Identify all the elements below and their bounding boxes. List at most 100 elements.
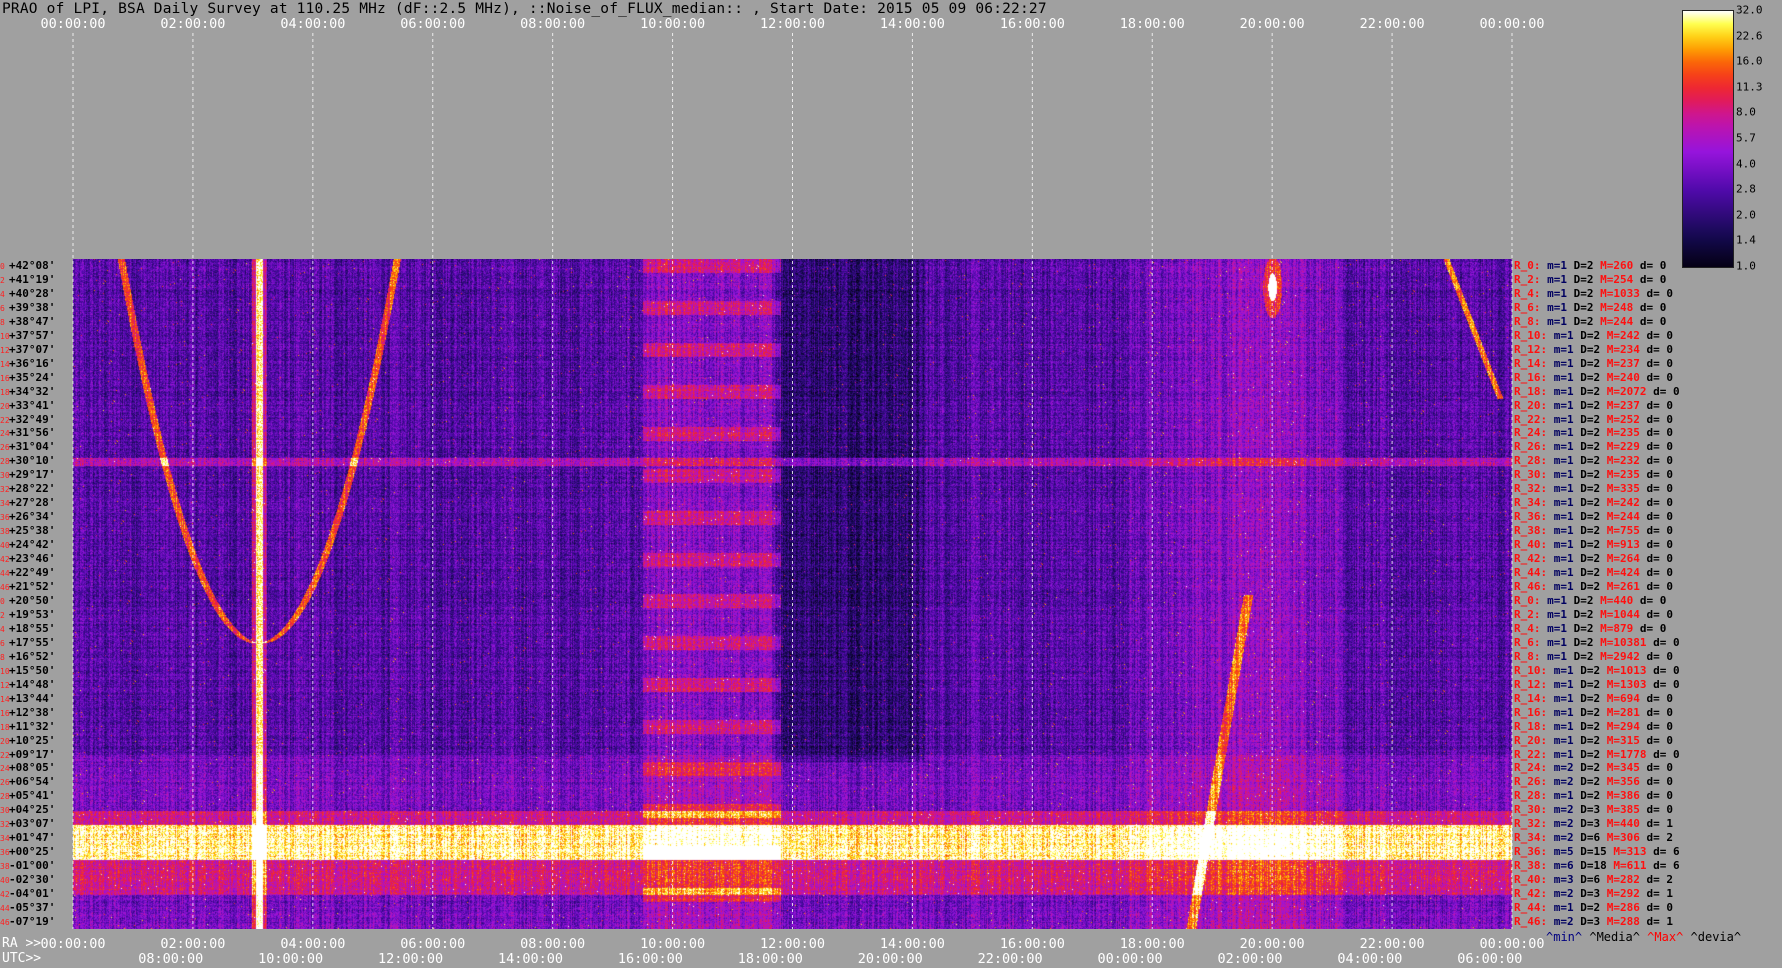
ra-axis-tick: 20:00:00	[1239, 936, 1305, 952]
stat-max: M=244	[1606, 510, 1647, 524]
dec-value: +21°52'	[9, 580, 56, 594]
ra-axis-tick: 08:00:00	[520, 936, 586, 952]
dec-value: +11°32'	[9, 719, 56, 733]
beam-index: 34	[0, 499, 10, 509]
utc-axis-tick: 02:00:00	[1217, 951, 1283, 967]
beam-name: R_4:	[1514, 286, 1548, 300]
stat-median: D=2	[1573, 649, 1601, 663]
stat-min: m=1	[1553, 566, 1581, 580]
stat-median: D=2	[1573, 607, 1601, 621]
declination-axis: 0 +42°08' 2 +41°19' 4 +40°28' 6 +39°38' 8 +38°47'…	[0, 259, 73, 929]
dec-value: +40°28'	[9, 286, 56, 300]
stat-median: D=2	[1580, 733, 1607, 747]
stat-max: M=237	[1606, 356, 1647, 370]
dec-value: +00°25'	[9, 845, 56, 859]
dec-label: 36+00°25'	[0, 846, 55, 859]
beam-index: 44	[0, 569, 10, 579]
colorbar	[1682, 10, 1734, 268]
stat-median: D=2	[1580, 663, 1607, 677]
dec-label: 46+21°52'	[0, 581, 55, 594]
stat-devia: d= 0	[1646, 901, 1674, 915]
beam-stat-row: R_6: m=1 D=2 M=10381 d= 0	[1514, 635, 1680, 649]
stat-devia: d= 0	[1646, 719, 1674, 733]
dec-value: +36°16'	[9, 356, 56, 370]
dec-label: 16+12°38'	[0, 706, 55, 720]
beam-index: 28	[0, 457, 10, 467]
dec-value: +24°42'	[9, 538, 56, 552]
dec-value: +37°07'	[9, 342, 56, 356]
dec-label: 10+37°57'	[0, 329, 55, 343]
stat-median: D=2	[1580, 482, 1607, 496]
beam-name: R_44:	[1514, 566, 1554, 580]
beam-stat-row: R_36: m=5 D=15 M=313 d= 6	[1514, 846, 1680, 858]
stat-min: m=2	[1553, 817, 1581, 831]
stat-median: D=2	[1580, 510, 1607, 524]
beam-index: 24	[0, 429, 10, 439]
stat-devia: d= 0	[1653, 663, 1680, 677]
beam-index: 0	[0, 261, 5, 271]
beam-name: R_6:	[1514, 635, 1548, 649]
beam-index: 16	[0, 373, 10, 383]
dec-value: +16°52'	[9, 649, 56, 663]
beam-stat-row: R_32: m=1 D=2 M=335 d= 0	[1514, 483, 1673, 495]
dec-label: 0 +20°50'	[0, 594, 55, 608]
utc-axis-tick: 08:00:00	[138, 951, 204, 967]
stat-max: M=1013	[1606, 663, 1654, 677]
beam-name: R_34:	[1514, 831, 1554, 845]
stat-devia: d= 0	[1646, 705, 1674, 719]
beam-name: R_10:	[1514, 328, 1554, 342]
stat-min: m=1	[1553, 356, 1581, 370]
stat-min: m=1	[1553, 328, 1581, 342]
dec-label: 40-02°30'	[0, 874, 55, 887]
stat-min: m=1	[1553, 468, 1581, 482]
beam-name: R_16:	[1514, 370, 1554, 384]
stat-min: m=1	[1547, 607, 1574, 621]
stat-devia: d= 0	[1646, 552, 1674, 566]
dec-value: +09°17'	[9, 747, 56, 761]
stat-min: m=1	[1553, 580, 1581, 594]
stat-median: D=2	[1580, 328, 1607, 342]
beam-name: R_2:	[1514, 607, 1548, 621]
stat-median: D=2	[1580, 901, 1607, 915]
beam-index: 8	[0, 317, 5, 327]
stat-devia: d= 0	[1646, 538, 1674, 552]
dec-value: +23°46'	[9, 552, 56, 566]
top-axis-tick: 02:00:00	[160, 16, 226, 32]
beam-stat-row: R_38: m=1 D=2 M=755 d= 0	[1514, 525, 1673, 537]
beam-name: R_30:	[1514, 803, 1554, 817]
stat-devia: d= 1	[1646, 915, 1674, 929]
stat-max: M=385	[1606, 803, 1647, 817]
stat-median: D=6	[1580, 873, 1607, 887]
top-axis-tick: 00:00:00	[40, 16, 106, 32]
beam-stat-row: R_42: m=2 D=3 M=292 d= 1	[1514, 888, 1673, 900]
beam-stat-row: R_0: m=1 D=2 M=260 d= 0	[1514, 259, 1666, 272]
stat-median: D=2	[1580, 538, 1607, 552]
dec-label: 8 +38°47'	[0, 315, 55, 329]
stat-devia: d= 0	[1639, 272, 1667, 286]
beam-index: 10	[0, 666, 10, 676]
dec-label: 2 +19°53'	[0, 608, 55, 622]
dec-label: 38+25°38'	[0, 525, 55, 538]
beam-index: 38	[0, 862, 10, 872]
stat-median: D=2	[1580, 384, 1607, 398]
beam-index: 20	[0, 736, 10, 746]
beam-index: 16	[0, 708, 10, 718]
stat-devia: d= 0	[1646, 733, 1674, 747]
dec-value: +04°25'	[9, 803, 56, 817]
beam-name: R_38:	[1514, 524, 1554, 538]
dec-label: 18+34°32'	[0, 385, 55, 399]
beam-name: R_14:	[1514, 691, 1554, 705]
stat-max: M=755	[1606, 524, 1647, 538]
beam-stat-row: R_20: m=1 D=2 M=237 d= 0	[1514, 399, 1673, 412]
ra-axis-tick: 10:00:00	[640, 936, 706, 952]
beam-stat-row: R_24: m=1 D=2 M=235 d= 0	[1514, 427, 1673, 439]
utc-axis-tick: 18:00:00	[737, 951, 803, 967]
stat-max: M=234	[1606, 342, 1647, 356]
dec-value: -05°37'	[9, 901, 56, 915]
beam-name: R_26:	[1514, 775, 1554, 789]
beam-index: 34	[0, 834, 10, 844]
beam-name: R_36:	[1514, 510, 1554, 524]
ra-axis-tick: 00:00:00	[1479, 936, 1545, 952]
stat-max: M=244	[1600, 314, 1640, 328]
dec-label: 8 +16°52'	[0, 649, 56, 664]
